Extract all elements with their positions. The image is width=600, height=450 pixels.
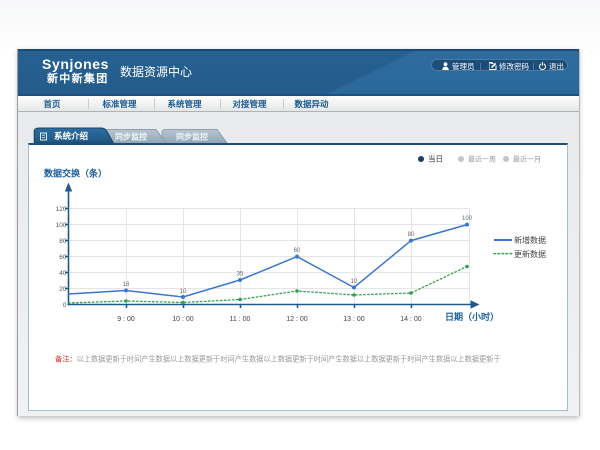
- svg-text:数据交换（条）: 数据交换（条）: [44, 168, 107, 179]
- svg-text:14 : 00: 14 : 00: [400, 316, 422, 323]
- svg-text:10 : 00: 10 : 00: [172, 316, 194, 323]
- svg-text:最近一月: 最近一月: [513, 155, 541, 164]
- svg-text:当日: 当日: [428, 154, 443, 164]
- svg-text:100: 100: [462, 216, 473, 222]
- svg-text:同步监控: 同步监控: [115, 132, 147, 142]
- svg-text:11 : 00: 11 : 00: [230, 316, 251, 323]
- svg-text:100: 100: [56, 222, 67, 229]
- svg-text:同步监控: 同步监控: [176, 132, 208, 142]
- svg-text:0: 0: [63, 302, 67, 309]
- svg-text:10: 10: [180, 289, 187, 295]
- svg-text:系统介绍: 系统介绍: [54, 131, 89, 141]
- svg-text:日期（小时）: 日期（小时）: [445, 311, 499, 322]
- svg-text:备注：以上数据更新于时间产生数据以上数据更新于时间产生数据以: 备注：以上数据更新于时间产生数据以上数据更新于时间产生数据以上数据更新于时间产生…: [55, 355, 501, 364]
- svg-text:80: 80: [59, 238, 67, 245]
- svg-text:12 : 00: 12 : 00: [286, 316, 308, 323]
- svg-text:新增数据: 新增数据: [514, 235, 546, 245]
- svg-text:35: 35: [237, 272, 244, 278]
- svg-text:10: 10: [351, 279, 358, 285]
- svg-text:20: 20: [59, 286, 67, 293]
- svg-text:120: 120: [56, 206, 67, 213]
- svg-text:80: 80: [408, 232, 415, 238]
- svg-text:最近一周: 最近一周: [468, 155, 496, 164]
- svg-text:13 : 00: 13 : 00: [343, 316, 365, 323]
- svg-text:40: 40: [59, 270, 67, 277]
- svg-text:60: 60: [59, 254, 67, 261]
- svg-text:9 : 00: 9 : 00: [117, 316, 135, 323]
- svg-text:更新数据: 更新数据: [514, 249, 546, 259]
- svg-text:18: 18: [123, 282, 130, 288]
- svg-text:60: 60: [294, 248, 301, 254]
